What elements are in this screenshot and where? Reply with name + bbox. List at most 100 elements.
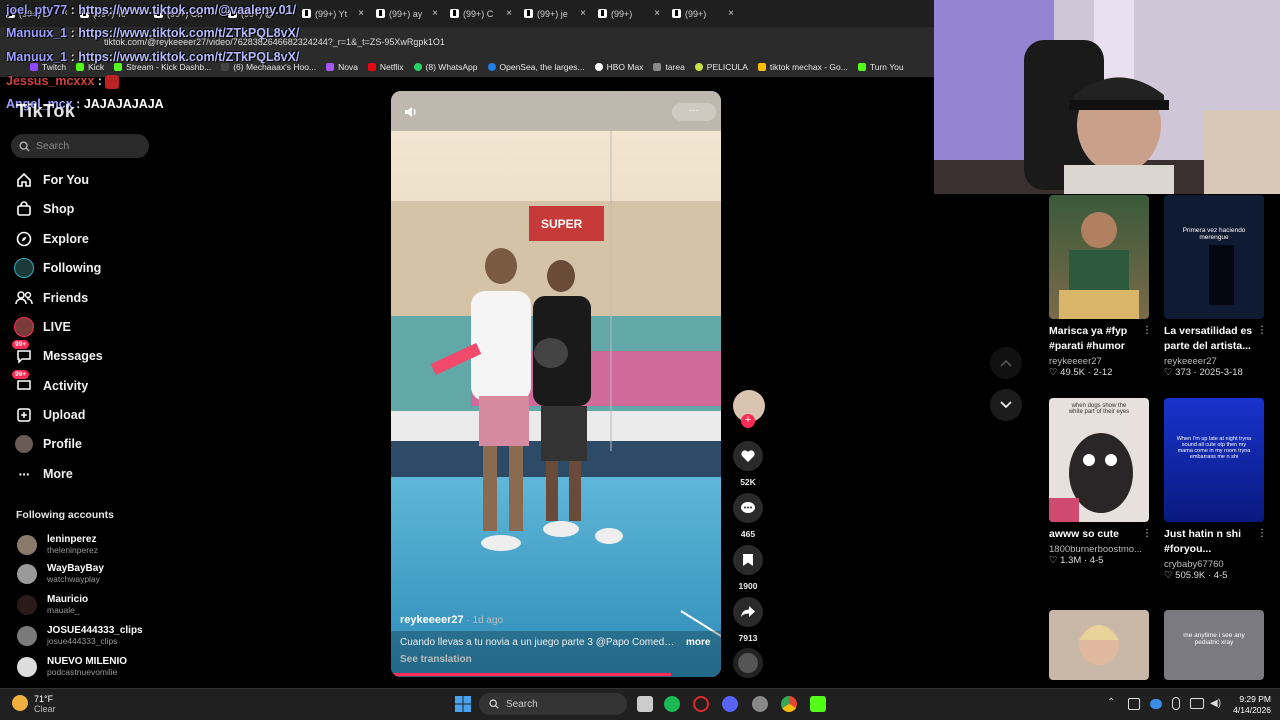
- card-menu-icon[interactable]: ⋮: [1142, 528, 1152, 539]
- weather-widget[interactable]: 71°F Clear: [34, 694, 56, 714]
- bookmark-whatsapp[interactable]: (8) WhatsApp: [413, 62, 478, 72]
- nova-icon: [326, 63, 335, 71]
- nav-friends[interactable]: Friends: [14, 288, 88, 308]
- windows-start-icon[interactable]: [455, 696, 471, 715]
- bookmark-turn-you[interactable]: Turn You: [857, 62, 904, 72]
- browser-tab[interactable]: (99+) ×: [592, 0, 666, 27]
- bookmark-google-drive[interactable]: tiktok mechax - Go...: [757, 62, 848, 72]
- previous-video-button[interactable]: [990, 347, 1022, 379]
- clock[interactable]: 9:29 PM 4/14/2026: [1226, 694, 1271, 716]
- more-icon: ···: [18, 466, 31, 482]
- video-sign-text: SUPER: [541, 217, 583, 231]
- close-tab-icon[interactable]: ×: [654, 8, 660, 19]
- nav-activity[interactable]: 99+ Activity: [12, 370, 88, 396]
- see-translation-link[interactable]: See translation: [400, 654, 472, 665]
- close-tab-icon[interactable]: ×: [580, 8, 586, 19]
- browser-tab[interactable]: (99+) je ×: [518, 0, 592, 27]
- avatar: [17, 625, 37, 646]
- more-options-icon[interactable]: ···: [672, 103, 716, 121]
- opensea-icon: [487, 63, 496, 71]
- video-card[interactable]: me anytime i see any pediatric xray: [1164, 610, 1279, 680]
- save-button[interactable]: 1900: [733, 545, 763, 591]
- comment-button[interactable]: 465: [733, 493, 763, 539]
- search-input[interactable]: Search: [11, 134, 149, 158]
- bookmark-tarea[interactable]: tarea: [653, 62, 685, 72]
- video-card[interactable]: Primera vez haciendo merengue La versati…: [1164, 195, 1279, 378]
- chrome-icon[interactable]: [781, 696, 797, 712]
- like-button[interactable]: 52K: [733, 441, 763, 487]
- bookmark-nova[interactable]: Nova: [326, 62, 358, 72]
- video-author[interactable]: reykeeeer27 · 1d ago: [400, 614, 503, 626]
- close-tab-icon[interactable]: ×: [358, 8, 364, 19]
- display-icon[interactable]: [1190, 698, 1204, 709]
- video-thumbnail[interactable]: when dogs show the white part of their e…: [1049, 398, 1149, 522]
- bookmark-opensea[interactable]: OpenSea, the larges...: [487, 62, 585, 72]
- browser-tab[interactable]: (99+) C ×: [444, 0, 518, 27]
- bookmark-hbo-max[interactable]: HBO Max: [594, 62, 643, 72]
- chevron-up-icon[interactable]: ⌃: [1107, 697, 1115, 708]
- video-card[interactable]: when dogs show the white part of their e…: [1049, 398, 1164, 566]
- hbo-max-icon: [594, 63, 603, 71]
- nav-for-you[interactable]: For You: [14, 170, 89, 190]
- following-account[interactable]: NUEVO MILENIO podcastnuevomilie: [17, 656, 127, 677]
- following-account[interactable]: Mauricio mauale_: [17, 594, 88, 615]
- chevron-up-icon: [1000, 359, 1012, 367]
- video-thumbnail[interactable]: [1049, 610, 1149, 680]
- sound-disc-button[interactable]: [733, 648, 763, 678]
- card-menu-icon[interactable]: ⋮: [1142, 325, 1152, 336]
- close-tab-icon[interactable]: ×: [432, 8, 438, 19]
- video-thumbnail[interactable]: me anytime i see any pediatric xray: [1164, 610, 1264, 680]
- spotify-icon[interactable]: [664, 696, 680, 712]
- avatar: [17, 563, 37, 584]
- close-tab-icon[interactable]: ×: [728, 8, 734, 19]
- nav-shop[interactable]: Shop: [14, 199, 74, 219]
- browser-tab[interactable]: (99+) Yt ×: [296, 0, 370, 27]
- bookmark-netflix[interactable]: Netflix: [367, 62, 404, 72]
- nav-upload[interactable]: Upload: [14, 405, 85, 425]
- video-card[interactable]: When I'm up late at night tryna sound al…: [1164, 398, 1279, 581]
- browser-tab[interactable]: (99+) ay ×: [370, 0, 444, 27]
- nav-more[interactable]: ··· More: [14, 464, 73, 484]
- video-thumbnail[interactable]: [1049, 195, 1149, 319]
- tiktok-favicon-icon: [376, 9, 385, 18]
- microphone-icon[interactable]: [1172, 697, 1180, 710]
- video-thumbnail[interactable]: When I'm up late at night tryna sound al…: [1164, 398, 1264, 522]
- volume-icon[interactable]: [404, 105, 418, 122]
- follow-plus-icon[interactable]: +: [741, 414, 755, 428]
- close-tab-icon[interactable]: ×: [506, 8, 512, 19]
- opera-icon[interactable]: [693, 696, 709, 712]
- caption-more-button[interactable]: more: [686, 637, 710, 648]
- kick-app-icon[interactable]: [810, 696, 826, 712]
- tarea-icon: [653, 63, 662, 71]
- following-account[interactable]: JOSUE444333_clips josue444333_clips: [17, 625, 143, 646]
- author-avatar-button[interactable]: +: [733, 390, 765, 428]
- tiktok-favicon-icon: [302, 9, 311, 18]
- steam-icon[interactable]: [752, 696, 768, 712]
- nav-messages[interactable]: 99+ Messages: [12, 340, 103, 366]
- browser-tab[interactable]: (99+) ×: [666, 0, 740, 27]
- bookmark-pelicula[interactable]: PELICULA: [694, 62, 748, 72]
- next-video-button[interactable]: [990, 389, 1022, 421]
- tiktok-logo[interactable]: TikTok: [16, 101, 75, 122]
- share-button[interactable]: 7913: [733, 597, 763, 643]
- video-thumbnail[interactable]: Primera vez haciendo merengue: [1164, 195, 1264, 319]
- nav-explore[interactable]: Explore: [14, 229, 89, 249]
- discord-icon[interactable]: [722, 696, 738, 712]
- following-account[interactable]: WayBayBay watchwayplay: [17, 563, 104, 584]
- video-card[interactable]: Marisca ya #fyp #parati #humor reykeeeer…: [1049, 195, 1164, 378]
- card-menu-icon[interactable]: ⋮: [1257, 528, 1267, 539]
- task-view-icon[interactable]: [637, 696, 653, 712]
- video-card[interactable]: [1049, 610, 1164, 680]
- taskbar-search[interactable]: Search: [479, 693, 627, 715]
- volume-icon[interactable]: ◀): [1210, 698, 1221, 709]
- following-account[interactable]: leninperez theleninperez: [17, 534, 98, 555]
- nav-following[interactable]: Following: [14, 258, 101, 278]
- nav-live[interactable]: LIVE: [14, 317, 71, 337]
- shop-icon: [14, 199, 34, 219]
- weather-moon-icon[interactable]: [12, 695, 28, 711]
- video-player[interactable]: SUPER: [391, 91, 721, 677]
- nav-profile[interactable]: Profile: [14, 434, 82, 454]
- card-menu-icon[interactable]: ⋮: [1257, 325, 1267, 336]
- onedrive-icon[interactable]: [1150, 699, 1162, 709]
- tray-app-icon[interactable]: [1128, 698, 1140, 710]
